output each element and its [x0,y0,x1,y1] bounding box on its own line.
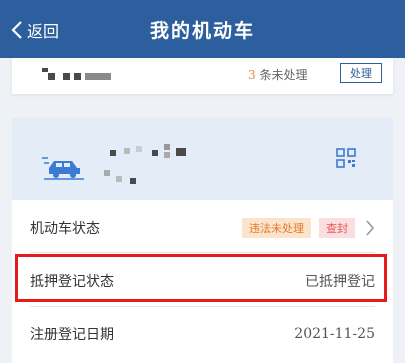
mortgage-status-value: 已抵押登记 [305,274,375,290]
redacted-plate [74,73,81,80]
redacted-plate [48,73,55,80]
pending-text: 条未处理 [259,68,308,82]
redacted-vehicle-id [116,176,122,182]
app-header: 返回 我的机动车 [0,0,405,58]
divider [30,306,375,307]
redacted-vehicle-id [130,178,136,184]
redacted-vehicle-id [104,170,110,176]
redacted-plate [63,73,70,80]
mortgage-status-row: 抵押登记状态 已抵押登记 [12,261,393,301]
chevron-right-icon [366,220,375,236]
vehicle-status-row[interactable]: 机动车状态 违法未处理 查封 [12,210,393,246]
violation-summary-card: 3 条未处理 处理 [12,58,393,94]
handle-button[interactable]: 处理 [340,63,382,83]
page-title: 我的机动车 [149,20,255,42]
redacted-plate [85,73,111,80]
pending-count: 3 [248,68,256,82]
mortgage-status-label: 抵押登记状态 [30,274,114,290]
vehicle-status-label: 机动车状态 [30,221,100,237]
pending-violations: 3 条未处理 [248,66,307,83]
redacted-vehicle-id [152,150,158,156]
registration-date-label: 注册登记日期 [30,327,114,343]
vehicle-card: 机动车状态 违法未处理 查封 抵押登记状态 已抵押登记 注册登记日期 2021-… [12,118,393,363]
qr-code-icon[interactable] [336,148,356,168]
vehicle-header [12,118,393,200]
redacted-vehicle-id [136,146,142,152]
redacted-vehicle-id [176,148,186,156]
registration-date-value: 2021-11-25 [294,326,375,342]
redacted-vehicle-id [164,144,170,150]
redacted-plate [42,68,48,72]
divider [30,252,375,253]
redacted-vehicle-id [164,152,170,158]
status-badge-seized: 查封 [319,218,355,238]
redacted-vehicle-id [124,148,130,154]
redacted-vehicle-id [110,150,116,156]
status-badge-violation: 违法未处理 [242,218,311,238]
car-icon [42,157,84,180]
registration-date-row: 注册登记日期 2021-11-25 [12,314,393,354]
